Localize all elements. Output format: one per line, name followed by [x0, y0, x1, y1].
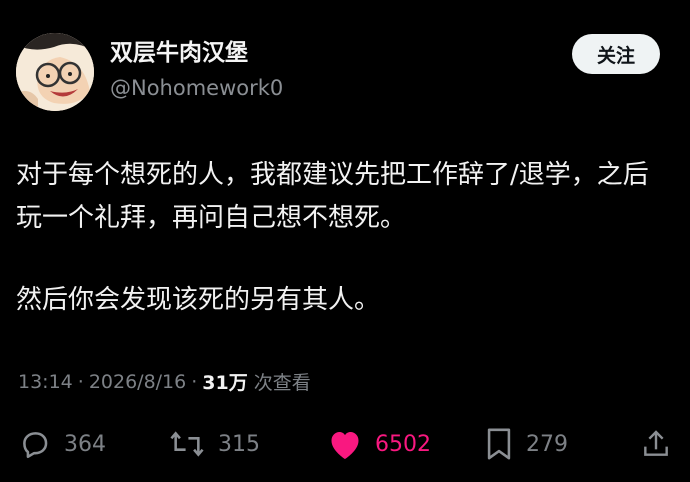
avatar[interactable]	[16, 33, 94, 111]
like-icon	[331, 432, 359, 459]
author-handle[interactable]: @Nohomework0	[110, 73, 283, 103]
retweet-button[interactable]: 315	[168, 422, 260, 466]
like-count: 6502	[375, 431, 431, 457]
like-button[interactable]: 6502	[327, 422, 431, 466]
tweet-text: 对于每个想死的人，我都建议先把工作辞了/退学，之后玩一个礼拜，再问自己想不想死。…	[16, 154, 666, 322]
views-count: 31万	[202, 372, 248, 394]
bookmark-icon	[487, 428, 511, 460]
reply-count: 364	[64, 431, 106, 457]
bookmark-button[interactable]: 279	[484, 422, 568, 466]
author-names: 双层牛肉汉堡 @Nohomework0	[110, 37, 283, 103]
retweet-icon	[170, 431, 204, 457]
avatar-cartoon-image	[16, 33, 94, 111]
tweet-paragraph: 然后你会发现该死的另有其人。	[16, 285, 381, 315]
tweet-actions: 364 315 6502 279	[18, 422, 674, 466]
reply-button[interactable]: 364	[18, 422, 106, 466]
tweet-paragraph: 对于每个想死的人，我都建议先把工作辞了/退学，之后玩一个礼拜，再问自己想不想死。	[16, 160, 649, 233]
reply-icon	[23, 432, 48, 459]
follow-button[interactable]: 关注	[572, 34, 660, 74]
share-icon	[644, 430, 668, 456]
views-label: 次查看	[253, 372, 311, 394]
share-button[interactable]	[640, 422, 672, 466]
tweet-header: 双层牛肉汉堡 @Nohomework0 关注	[16, 33, 674, 113]
author-display-name[interactable]: 双层牛肉汉堡	[110, 37, 283, 69]
bookmark-count: 279	[526, 431, 568, 457]
meta-separator: ·	[77, 370, 84, 393]
tweet-time[interactable]: 13:14	[18, 371, 73, 393]
meta-separator: ·	[191, 370, 198, 393]
retweet-count: 315	[218, 431, 260, 457]
tweet-date[interactable]: 2026/8/16	[89, 371, 186, 393]
tweet-meta: 13:14 · 2026/8/16 · 31万 次查看	[18, 368, 311, 395]
